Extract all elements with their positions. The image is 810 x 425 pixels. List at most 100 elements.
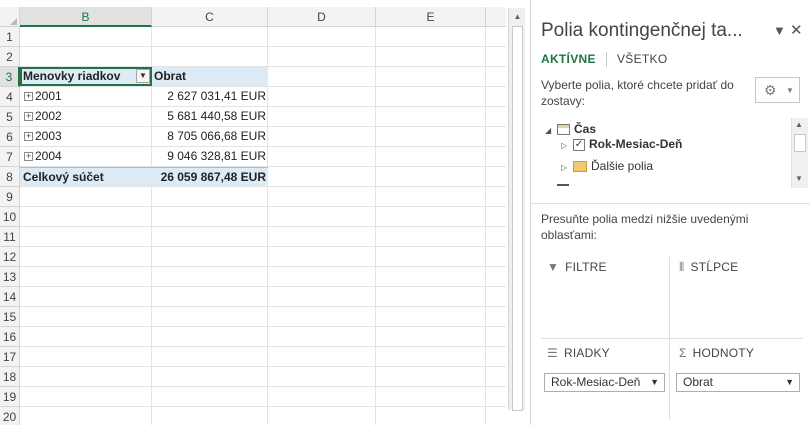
field-table-label: Čas (574, 122, 597, 136)
vertical-scrollbar[interactable]: ▲ (508, 8, 525, 411)
chevron-down-icon[interactable]: ▼ (650, 374, 659, 391)
gear-icon: ⚙ (764, 82, 777, 98)
checkbox-checked-icon[interactable]: ✓ (573, 138, 585, 151)
row-header[interactable]: 6 (0, 127, 20, 147)
row-header[interactable]: 14 (0, 287, 20, 307)
row-header[interactable]: 7 (0, 147, 20, 167)
column-header-d[interactable]: D (268, 7, 376, 27)
field-more-label: Ďalšie polia (591, 159, 654, 173)
grid-row (20, 247, 506, 267)
row-header[interactable]: 1 (0, 27, 20, 47)
pivot-value-cell[interactable]: 5 681 440,58 EUR (152, 107, 268, 126)
pivot-value-header[interactable]: Obrat (152, 67, 268, 86)
tab-separator (606, 52, 607, 67)
collapse-triangle-icon[interactable]: ◢ (545, 122, 557, 140)
row-header[interactable]: 8 (0, 167, 20, 187)
scroll-up-icon[interactable]: ▲ (795, 120, 803, 129)
area-rows[interactable]: ☰ RIADKY Rok-Mesiac-Deň ▼ (541, 346, 671, 421)
area-filters-header: ▼ FILTRE (547, 260, 607, 274)
expand-plus-icon[interactable]: + (24, 92, 33, 102)
area-divider-horizontal (541, 338, 803, 339)
area-filters-label: FILTRE (565, 260, 607, 274)
field-item-date[interactable]: ▷ ✓ Rok-Mesiac-Deň (561, 135, 682, 153)
area-filters[interactable]: ▼ FILTRE (541, 260, 671, 335)
grid-row (20, 327, 506, 347)
row-header[interactable]: 19 (0, 387, 20, 407)
grid-row (20, 207, 506, 227)
pivot-value-cell[interactable]: 2 627 031,41 EUR (152, 87, 268, 106)
grid-row (20, 387, 506, 407)
row-header[interactable]: 2 (0, 47, 20, 67)
areas-hint: Presuňte polia medzi nižšie uvedenými ob… (541, 212, 749, 242)
scroll-down-icon[interactable]: ▼ (795, 174, 803, 183)
column-header-bar: B C D E (0, 7, 506, 27)
chevron-down-icon[interactable]: ▼ (785, 374, 794, 391)
pane-options-dropdown-icon[interactable]: ▼ (773, 23, 786, 38)
pivot-row-labels-header[interactable]: Menovky riadkov ▼ (20, 67, 152, 86)
cell-grid[interactable]: Menovky riadkov ▼ Obrat +2001 2 627 031,… (20, 27, 506, 425)
row-header[interactable]: 12 (0, 247, 20, 267)
expand-plus-icon[interactable]: + (24, 132, 33, 142)
values-field-chip[interactable]: Obrat ▼ (676, 373, 800, 392)
scroll-thumb[interactable] (512, 26, 523, 411)
scroll-up-icon[interactable]: ▲ (511, 10, 524, 23)
row-header[interactable]: 17 (0, 347, 20, 367)
pane-divider (531, 203, 810, 204)
fields-hint: Vyberte polia, ktoré chcete pridať do zo… (541, 78, 734, 108)
field-item-more[interactable]: ▷ Ďalšie polia (561, 157, 653, 175)
pivot-value-cell[interactable]: 8 705 066,68 EUR (152, 127, 268, 146)
column-header-e[interactable]: E (376, 7, 486, 27)
row-header[interactable]: 4 (0, 87, 20, 107)
sigma-icon: Σ (679, 346, 687, 360)
row-header[interactable]: 16 (0, 327, 20, 347)
pivot-row-label[interactable]: +2002 (20, 107, 152, 126)
pivot-total-value[interactable]: 26 059 867,48 EUR (152, 167, 268, 186)
filter-funnel-icon: ▼ (547, 260, 560, 274)
spreadsheet[interactable]: B C D E 1 2 3 4 5 6 7 8 9 10 11 12 13 14… (0, 0, 525, 425)
expand-plus-icon[interactable]: + (24, 112, 33, 122)
pivot-row-label[interactable]: +2004 (20, 147, 152, 166)
filter-dropdown-icon[interactable]: ▼ (136, 69, 150, 83)
area-rows-header: ☰ RIADKY (547, 346, 610, 360)
pivot-row-label-text: 2002 (35, 109, 62, 123)
area-values[interactable]: Σ HODNOTY Obrat ▼ (673, 346, 803, 421)
row-header[interactable]: 9 (0, 187, 20, 207)
expand-triangle-icon[interactable]: ▷ (561, 137, 573, 155)
layout-options-button[interactable]: ⚙ ▼ (755, 77, 800, 103)
close-icon[interactable]: ✕ (790, 21, 803, 39)
row-header[interactable]: 18 (0, 367, 20, 387)
row-header[interactable]: 20 (0, 407, 20, 425)
grid-row (20, 27, 506, 47)
rows-chip-label: Rok-Mesiac-Deň (551, 375, 641, 389)
pivot-value-cell[interactable]: 9 046 328,81 EUR (152, 147, 268, 166)
area-columns-header: ⦀ STĹPCE (679, 260, 738, 275)
column-header-c[interactable]: C (152, 7, 268, 27)
expand-triangle-icon[interactable]: ▷ (561, 159, 573, 177)
rows-field-chip[interactable]: Rok-Mesiac-Deň ▼ (544, 373, 665, 392)
pivot-row-label[interactable]: +2001 (20, 87, 152, 106)
partial-item-marker (557, 184, 569, 186)
row-header[interactable]: 3 (0, 67, 20, 87)
pivot-row-label[interactable]: +2003 (20, 127, 152, 146)
row-header[interactable]: 15 (0, 307, 20, 327)
table-icon (557, 124, 570, 136)
row-header-bar: 1 2 3 4 5 6 7 8 9 10 11 12 13 14 15 16 1… (0, 27, 20, 425)
pivot-row-label-text: 2004 (35, 149, 62, 163)
columns-icon: ⦀ (679, 260, 685, 274)
row-header[interactable]: 10 (0, 207, 20, 227)
tab-active[interactable]: AKTÍVNE (541, 52, 596, 66)
column-header-b[interactable]: B (20, 7, 152, 27)
row-header[interactable]: 13 (0, 267, 20, 287)
tab-all[interactable]: VŠETKO (617, 52, 667, 66)
grid-row (20, 267, 506, 287)
area-columns[interactable]: ⦀ STĹPCE (673, 260, 803, 335)
field-list[interactable]: ◢ Čas ▷ ✓ Rok-Mesiac-Deň ▷ Ďalšie polia ▲ ▼ (541, 118, 808, 188)
row-header[interactable]: 5 (0, 107, 20, 127)
pivot-total-label[interactable]: Celkový súčet (20, 167, 152, 186)
row-header[interactable]: 11 (0, 227, 20, 247)
pivot-row-labels-text: Menovky riadkov (23, 69, 121, 83)
select-all-corner[interactable] (0, 7, 20, 27)
field-list-scrollbar[interactable]: ▲ ▼ (791, 118, 808, 188)
expand-plus-icon[interactable]: + (24, 152, 33, 162)
scroll-thumb[interactable] (794, 134, 806, 152)
